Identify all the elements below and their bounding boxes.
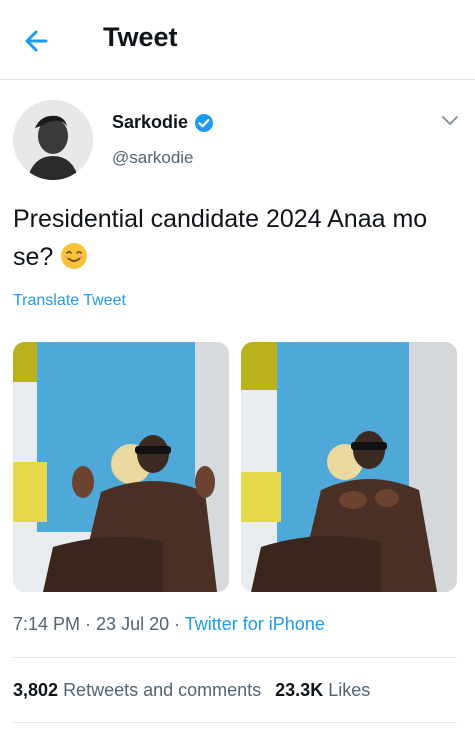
page-title: Tweet [103, 22, 178, 52]
author-name[interactable]: Sarkodie [112, 112, 188, 133]
likes-label: Likes [328, 680, 371, 700]
tweet-text: Presidential candidate 2024 Anaa mo se? [13, 200, 458, 276]
back-button[interactable] [20, 24, 54, 58]
top-bar: Tweet [0, 0, 475, 80]
tweet-meta: 7:14 PM · 23 Jul 20 · Twitter for iPhone [13, 614, 325, 635]
more-options-button[interactable] [440, 114, 460, 128]
arrow-left-icon [25, 30, 48, 52]
photo-icon [13, 342, 229, 592]
tweet-photo-2[interactable] [241, 342, 457, 592]
tweet-stats: 3,802 Retweets and comments 23.3K Likes [13, 680, 370, 701]
chevron-down-icon [442, 116, 458, 125]
smiling-face-emoji-icon [61, 243, 88, 269]
divider [13, 722, 457, 723]
retweets-stat[interactable]: 3,802 Retweets and comments [13, 680, 261, 700]
avatar-image [13, 100, 93, 180]
meta-separator: · [80, 614, 97, 634]
tweet-source-link[interactable]: Twitter for iPhone [185, 614, 325, 634]
divider [13, 657, 457, 658]
tweet-time: 7:14 PM [13, 614, 81, 634]
likes-stat[interactable]: 23.3K Likes [275, 680, 370, 700]
tweet-date: 23 Jul 20 [96, 614, 170, 634]
author-handle[interactable]: @sarkodie [112, 148, 194, 168]
meta-separator: · [169, 614, 185, 634]
retweets-label: Retweets and comments [63, 680, 262, 700]
translate-tweet-link[interactable]: Translate Tweet [13, 292, 126, 310]
avatar[interactable] [13, 100, 93, 180]
tweet-photo-1[interactable] [13, 342, 229, 592]
verified-badge-icon [195, 114, 213, 132]
retweets-count: 3,802 [13, 680, 59, 700]
likes-count: 23.3K [275, 680, 324, 700]
photo-icon [241, 342, 457, 592]
